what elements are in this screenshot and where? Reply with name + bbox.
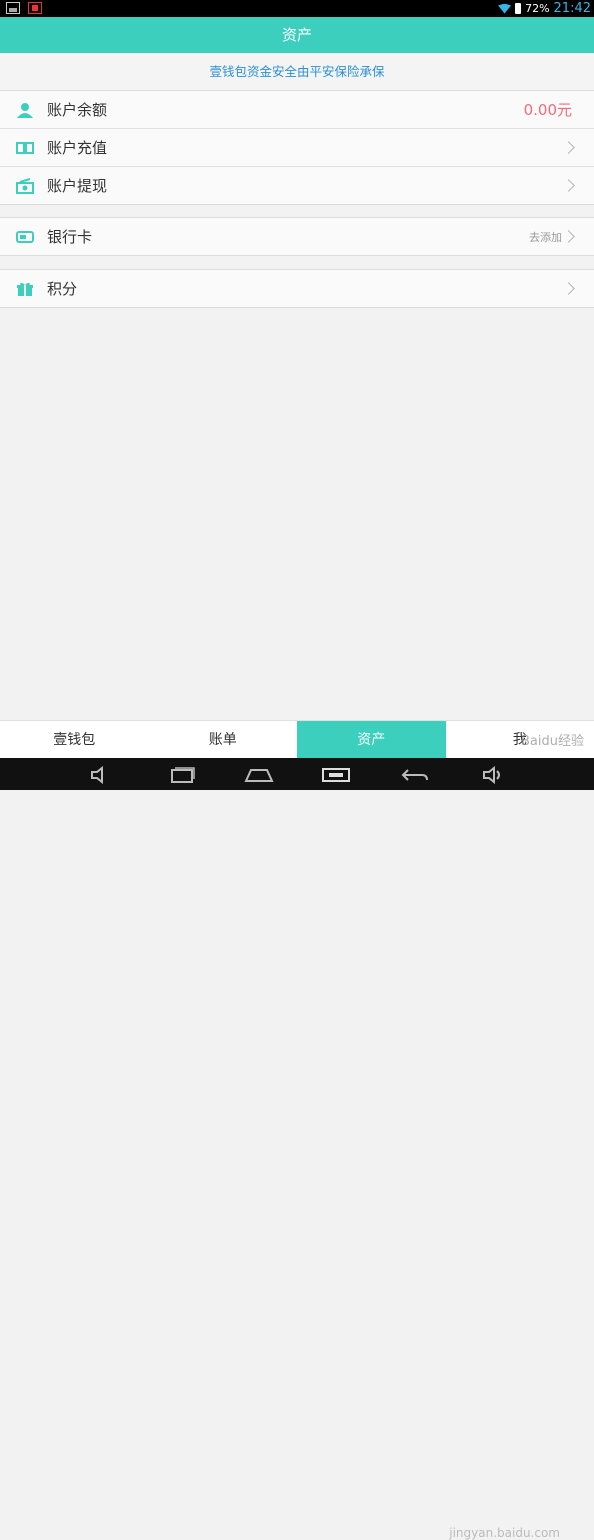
add-bank-card-hint: 去添加 xyxy=(529,229,562,245)
points-group: 积分 xyxy=(0,269,594,308)
home-icon[interactable] xyxy=(244,766,274,784)
tab-bills[interactable]: 账单 xyxy=(149,721,298,759)
account-balance-label: 账户余额 xyxy=(47,99,107,120)
account-withdraw-row[interactable]: 账户提现 xyxy=(0,166,594,204)
account-balance-row[interactable]: 账户余额 0.00元 xyxy=(0,91,594,128)
gallery-notification-icon xyxy=(6,2,20,14)
account-balance-value: 0.00元 xyxy=(524,99,572,120)
gift-icon xyxy=(16,281,34,297)
screenshot-icon[interactable] xyxy=(320,766,352,784)
bank-card-icon xyxy=(16,229,34,245)
back-icon[interactable] xyxy=(400,766,430,784)
bottom-tab-bar: 壹钱包 账单 资产 我 xyxy=(0,720,594,759)
tab-assets[interactable]: 资产 xyxy=(297,721,446,759)
recharge-icon xyxy=(16,140,34,156)
account-group: 账户余额 0.00元 账户充值 账户提现 xyxy=(0,90,594,205)
clock: 21:42 xyxy=(554,1,591,16)
status-bar: 72% 21:42 xyxy=(0,0,594,17)
chevron-right-icon xyxy=(562,141,575,154)
insurance-notice[interactable]: 壹钱包资金安全由平安保险承保 xyxy=(0,53,594,90)
points-row[interactable]: 积分 xyxy=(0,270,594,307)
points-label: 积分 xyxy=(47,278,77,299)
chevron-right-icon xyxy=(562,282,575,295)
account-withdraw-label: 账户提现 xyxy=(47,175,107,196)
battery-percent: 72% xyxy=(525,2,549,15)
wifi-icon xyxy=(498,4,511,14)
page-title: 资产 xyxy=(0,17,594,53)
volume-up-icon[interactable] xyxy=(482,766,506,784)
account-recharge-row[interactable]: 账户充值 xyxy=(0,128,594,166)
volume-down-icon[interactable] xyxy=(90,766,112,784)
tab-wallet[interactable]: 壹钱包 xyxy=(0,721,149,759)
bank-card-row[interactable]: 银行卡 去添加 xyxy=(0,218,594,255)
app-notification-icon xyxy=(28,2,42,14)
chevron-right-icon xyxy=(562,230,575,243)
system-nav-bar: jingyan.baidu.com xyxy=(0,758,594,790)
battery-icon xyxy=(515,3,521,14)
chevron-right-icon xyxy=(562,179,575,192)
account-recharge-label: 账户充值 xyxy=(47,137,107,158)
withdraw-icon xyxy=(16,178,34,194)
recent-apps-icon[interactable] xyxy=(170,766,196,784)
bank-card-label: 银行卡 xyxy=(47,226,92,247)
bank-group: 银行卡 去添加 xyxy=(0,217,594,256)
watermark-url: jingyan.baidu.com xyxy=(449,1526,560,1540)
watermark-brand: Baidu经验 xyxy=(521,730,584,749)
user-icon xyxy=(16,102,34,118)
